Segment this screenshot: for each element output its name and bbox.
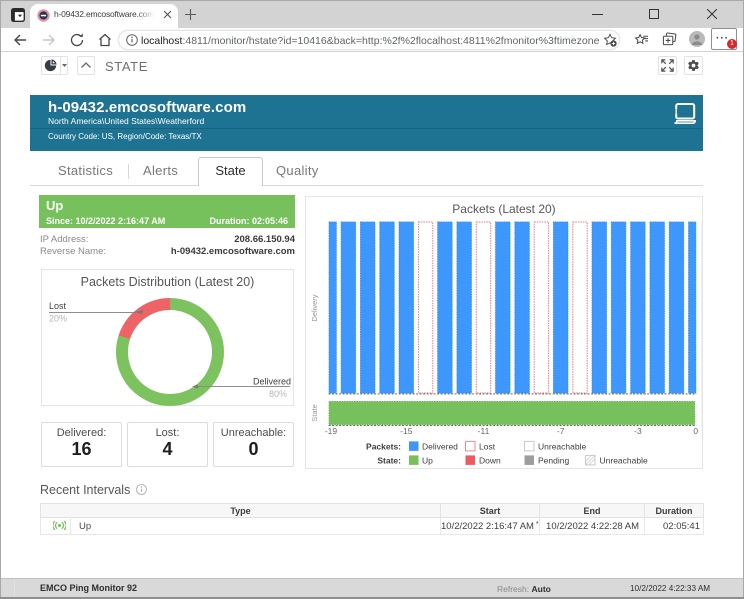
- svg-text:-7: -7: [557, 426, 565, 436]
- svg-text:Lost: Lost: [479, 442, 496, 452]
- svg-text:Packets:: Packets:: [366, 442, 401, 452]
- svg-text:-15: -15: [400, 426, 413, 436]
- svg-text:State: State: [310, 404, 319, 422]
- svg-text:Unreachable: Unreachable: [538, 442, 586, 452]
- svg-text:State:: State:: [377, 456, 401, 466]
- svg-text:Up: Up: [422, 456, 433, 466]
- svg-text:Delivery: Delivery: [310, 294, 319, 321]
- svg-text:80%: 80%: [269, 389, 287, 399]
- svg-text:-19: -19: [325, 426, 338, 436]
- svg-text:Delivered: Delivered: [422, 442, 458, 452]
- svg-text:-11: -11: [478, 426, 490, 436]
- svg-text:Lost: Lost: [49, 301, 67, 311]
- svg-text:Delivered: Delivered: [253, 377, 291, 387]
- svg-text:-3: -3: [634, 426, 642, 436]
- svg-text:Down: Down: [479, 456, 501, 466]
- svg-text:0: 0: [693, 426, 698, 436]
- svg-text:20%: 20%: [49, 314, 67, 324]
- svg-text:Pending: Pending: [538, 456, 569, 466]
- svg-text:Unreachable: Unreachable: [600, 456, 648, 466]
